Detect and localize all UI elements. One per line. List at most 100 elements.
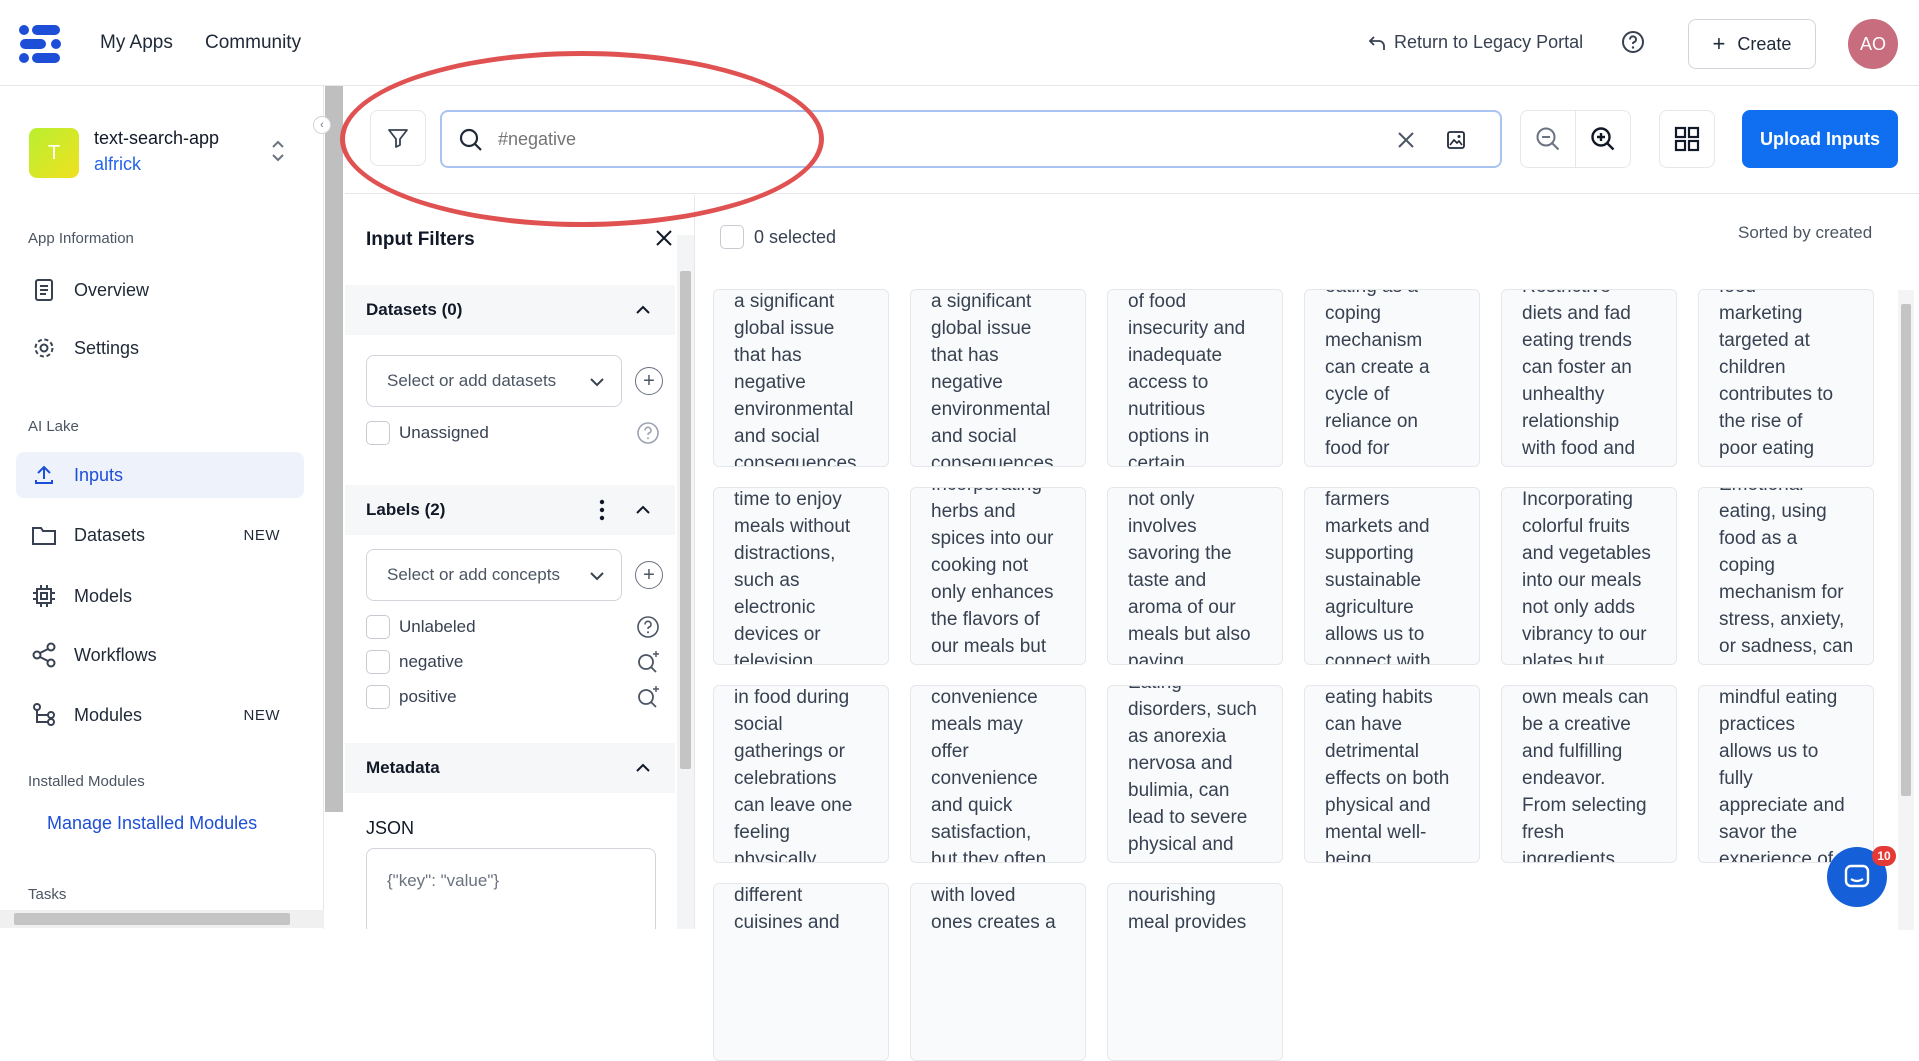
input-card-line: fresh [1522,822,1565,843]
zoom-in-button[interactable] [1575,110,1631,168]
help-icon[interactable] [636,615,660,639]
datasets-section-header[interactable]: Datasets (0) [345,285,675,335]
metadata-section-header[interactable]: Metadata [345,743,675,793]
input-card[interactable]: of food insecurity and inadequate access to… [1107,289,1283,467]
input-card[interactable]: eating as a coping mechanism can create a cy… [1304,289,1480,467]
help-icon[interactable] [636,421,660,445]
image-search-icon[interactable] [1445,129,1467,151]
select-all-checkbox[interactable] [720,225,744,249]
labels-section-title: Labels (2) [366,500,446,519]
notification-badge: 10 [1872,846,1896,866]
filter-toggle-button[interactable] [370,110,426,166]
input-card-line: consequences. [734,453,862,467]
input-card[interactable]: different cuisines and [713,883,889,1061]
input-card-line: certain [1128,453,1186,467]
input-card[interactable]: with loved ones creates a [910,883,1086,1061]
grid-scrollbar-track[interactable] [1898,290,1914,930]
nav-my-apps[interactable]: My Apps [100,32,173,54]
sidebar-item-settings[interactable]: Settings [16,325,304,371]
input-card[interactable]: own meals can be a creative and fulfilling… [1501,685,1677,863]
section-tasks: Tasks [28,886,67,903]
close-filters-icon[interactable] [655,229,673,247]
input-card[interactable]: Incorporating colorful fruits and vegetabl… [1501,487,1677,665]
input-card-text: own meals can be a creative and fulfilling… [1522,686,1672,862]
input-card[interactable]: mindful eating practices allows us to fully… [1698,685,1874,863]
clear-search-icon[interactable] [1396,130,1416,150]
sidebar-item-workflows[interactable]: Workflows [16,632,304,678]
grid-view-button[interactable] [1659,110,1715,168]
input-card-line: can leave one [734,795,853,816]
concept-search-sparkle-icon[interactable] [636,684,662,710]
upload-inputs-button[interactable]: Upload Inputs [1742,110,1898,168]
input-card-line: insecurity and [1128,318,1246,339]
positive-checkbox[interactable] [366,685,390,709]
input-card-line: supporting [1325,543,1414,564]
add-dataset-button[interactable]: + [635,367,663,395]
concepts-select[interactable]: Select or add concepts [366,549,622,601]
app-switcher-chevron-icon[interactable] [270,138,286,164]
avatar[interactable]: AO [1848,19,1898,69]
json-metadata-input[interactable]: {"key": "value"} [366,848,656,929]
help-icon[interactable] [1621,30,1645,54]
input-card[interactable]: Emotional eating, using food as a coping mec… [1698,487,1874,665]
input-card[interactable]: nourishing meal provides [1107,883,1283,1061]
chevron-up-icon[interactable] [635,503,651,515]
input-card-line: herbs and [931,501,1016,522]
chevron-up-icon[interactable] [635,761,651,773]
input-card[interactable]: a significant global issue that has negativ… [910,289,1086,467]
more-vertical-icon[interactable] [599,499,605,521]
create-button[interactable]: + Create [1688,19,1816,69]
grid-scrollbar-thumb[interactable] [1901,304,1911,796]
input-card[interactable]: eating habits can have detrimental effects … [1304,685,1480,863]
unlabeled-checkbox[interactable] [366,615,390,639]
app-name[interactable]: text-search-app [94,128,219,149]
sidebar-item-datasets[interactable]: Datasets NEW [16,512,304,558]
input-card[interactable]: a significant global issue that has negativ… [713,289,889,467]
nav-community[interactable]: Community [205,32,301,54]
input-card-text: not only involves savoring the taste and aro… [1128,488,1278,664]
input-card[interactable]: Eating disorders, such as anorexia nervosa … [1107,685,1283,863]
filters-scrollbar-track[interactable] [677,235,694,929]
input-card-line: allows us to [1719,741,1819,762]
input-card-line: endeavor. [1522,768,1606,789]
labels-section-header[interactable]: Labels (2) [345,485,675,535]
input-card-line: mechanism [1325,330,1423,351]
chevron-up-icon[interactable] [635,303,651,315]
sidebar-item-models[interactable]: Models [16,573,304,619]
input-card-line: negative [734,372,806,393]
concept-search-sparkle-icon[interactable] [636,649,662,675]
input-card[interactable]: not only involves savoring the taste and aro… [1107,487,1283,665]
sort-label[interactable]: Sorted by created [1738,223,1872,243]
input-card-line: own meals can [1522,687,1649,708]
manage-installed-modules-link[interactable]: Manage Installed Modules [47,813,257,834]
search-input[interactable] [498,126,1378,152]
zoom-out-button[interactable] [1520,110,1576,168]
input-card-line: a significant [931,291,1032,312]
input-card-line: nervosa and [1128,753,1233,774]
clarifai-logo-icon[interactable] [18,24,64,64]
collapse-sidebar-button[interactable]: ‹ [313,116,331,134]
unassigned-checkbox[interactable] [366,421,390,445]
sidebar-item-inputs[interactable]: Inputs [16,452,304,498]
return-arrow-icon [1368,35,1385,50]
input-card[interactable]: farmers markets and supporting sustainable a… [1304,487,1480,665]
sidebar-item-modules[interactable]: Modules NEW [16,692,304,738]
input-card[interactable]: in food during social gatherings or celebra… [713,685,889,863]
sidebar-horizontal-scrollbar[interactable] [0,910,324,928]
sidebar-item-overview[interactable]: Overview [16,267,304,313]
input-card[interactable]: convenience meals may offer convenience and … [910,685,1086,863]
input-card[interactable]: Restrictive diets and fad eating trends can… [1501,289,1677,467]
input-card[interactable]: food marketing targeted at children contribu… [1698,289,1874,467]
add-concept-button[interactable]: + [635,561,663,589]
input-card[interactable]: Incorporating herbs and spices into our coo… [910,487,1086,665]
input-card-line: mental well- [1325,822,1427,843]
negative-checkbox[interactable] [366,650,390,674]
datasets-select[interactable]: Select or add datasets [366,355,622,407]
app-owner[interactable]: alfrick [94,154,141,175]
sidebar-scrollbar[interactable] [325,86,343,812]
input-card[interactable]: time to enjoy meals without distractions, s… [713,487,889,665]
filters-scrollbar-thumb[interactable] [680,271,691,769]
input-card-line: taste and [1128,570,1207,591]
input-card-line: mechanism for [1719,582,1844,603]
return-legacy-link[interactable]: Return to Legacy Portal [1368,32,1583,53]
